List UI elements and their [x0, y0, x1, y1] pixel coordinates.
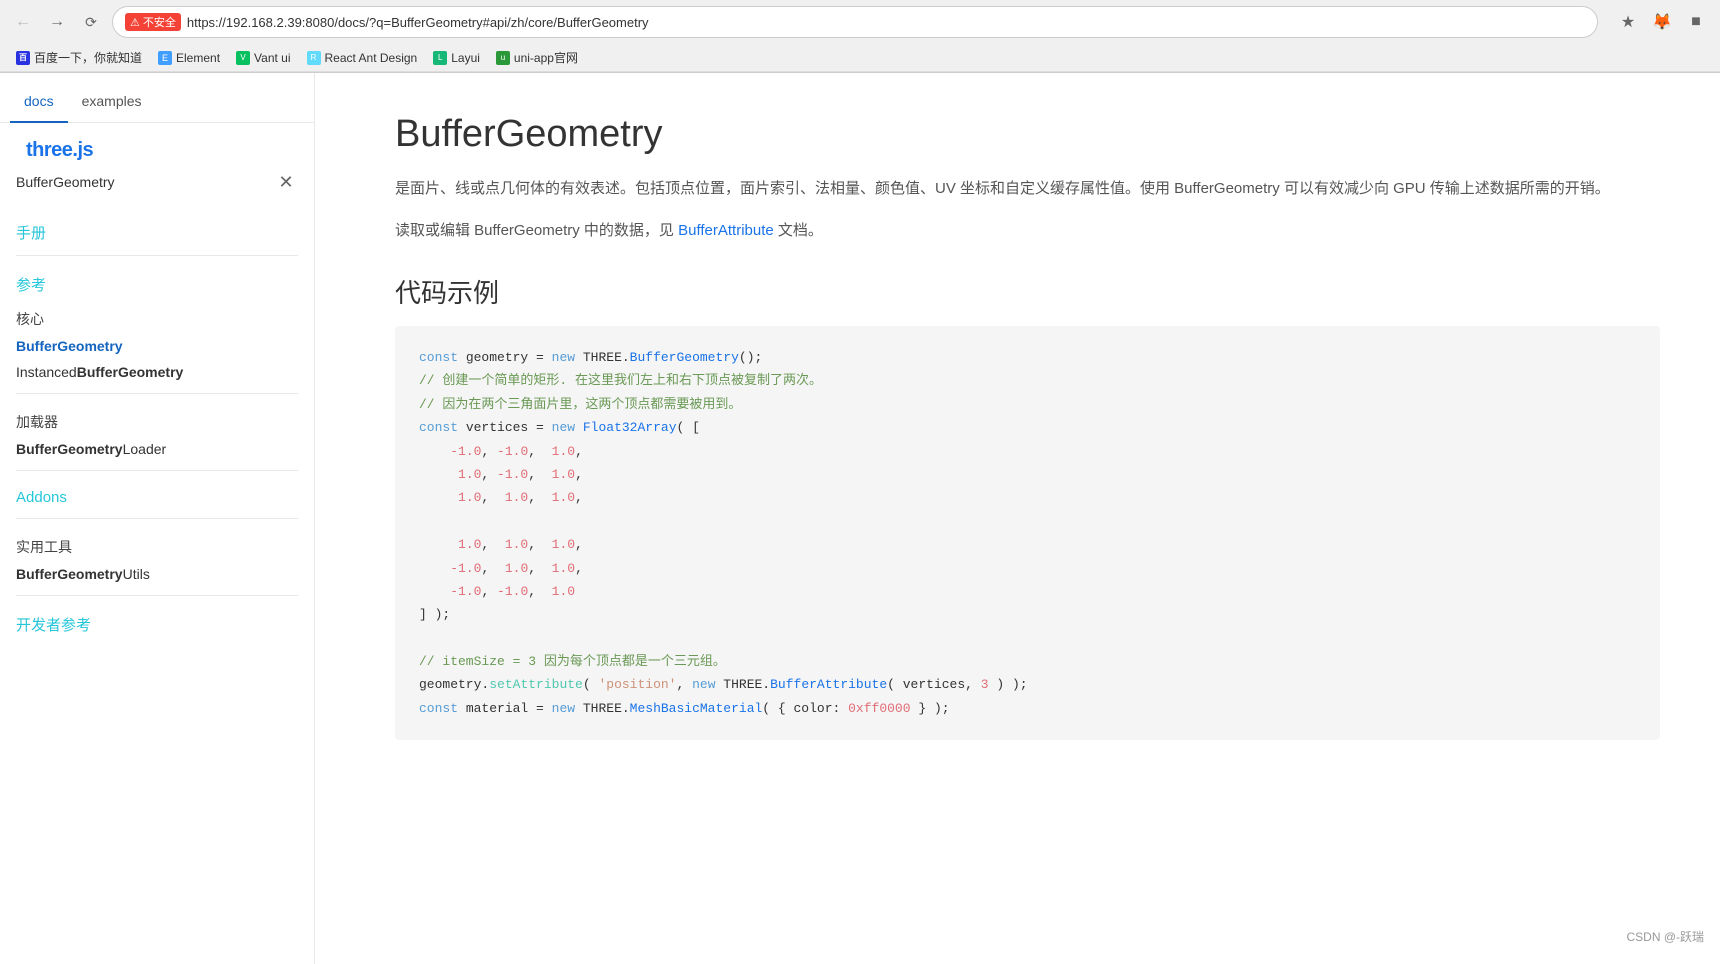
code-link-buffergeometry[interactable]: BufferGeometry [630, 350, 739, 365]
bookmark-element[interactable]: E Element [152, 49, 226, 67]
profile-button[interactable]: 🦊 [1648, 8, 1676, 36]
sidebar-nav: 手册 参考 核心 BufferGeometry InstancedBufferG… [0, 204, 314, 647]
nav-divider-2 [16, 393, 298, 394]
description-1: 是面片、线或点几何体的有效表述。包括顶点位置，面片索引、法相量、颜色值、UV 坐… [395, 176, 1660, 202]
insecure-badge: ⚠ 不安全 [125, 13, 181, 31]
nav-divider-4 [16, 518, 298, 519]
nav-item-buffer-geometry[interactable]: BufferGeometry [0, 333, 314, 359]
csdn-badge: CSDN @-跃瑞 [1626, 928, 1704, 945]
bookmark-vant[interactable]: V Vant ui [230, 49, 296, 67]
address-bar: ⚠ 不安全 https://192.168.2.39:8080/docs/?q=… [112, 6, 1598, 38]
nav-item-instanced-buffer-geometry[interactable]: InstancedBufferGeometry [0, 359, 314, 385]
element-label: Element [176, 51, 220, 65]
code-line-empty1 [419, 510, 1636, 533]
browser-chrome: ← → ⟳ ⚠ 不安全 https://192.168.2.39:8080/do… [0, 0, 1720, 73]
section-code-example-title: 代码示例 [395, 273, 1660, 310]
uniapp-label: uni-app官网 [514, 49, 578, 66]
baidu-label: 百度一下，你就知道 [34, 49, 142, 66]
nav-item-label-bgloader2: Loader [123, 441, 167, 457]
code-block: const geometry = new THREE.BufferGeometr… [395, 326, 1660, 740]
baidu-favicon: 百 [16, 51, 30, 65]
code-link-meshbasicmaterial[interactable]: MeshBasicMaterial [630, 701, 763, 716]
close-search-button[interactable]: ✕ [274, 170, 298, 194]
code-line-v1: -1.0, -1.0, 1.0, [419, 440, 1636, 463]
code-line-close-array: ] ); [419, 603, 1636, 626]
react-favicon: R [307, 51, 321, 65]
bookmark-layui[interactable]: L Layui [427, 49, 486, 67]
nav-title-utils: 实用工具 [0, 527, 314, 561]
extensions-button[interactable]: ■ [1682, 8, 1710, 36]
nav-item-label-buffergeometry2: BufferGeometry [77, 364, 184, 380]
code-line-comment2: // 因为在两个三角面片里，这两个顶点都需要被用到。 [419, 393, 1636, 416]
sidebar-tabs: docs examples [0, 81, 314, 123]
code-line-1: const geometry = new THREE.BufferGeometr… [419, 346, 1636, 369]
bookmark-baidu[interactable]: 百 百度一下，你就知道 [10, 47, 148, 68]
description-2: 读取或编辑 BufferGeometry 中的数据，见 BufferAttrib… [395, 218, 1660, 244]
main-layout: docs examples three.js BufferGeometry ✕ … [0, 73, 1720, 964]
bookmark-star-button[interactable]: ★ [1614, 8, 1642, 36]
code-line-v5: -1.0, 1.0, 1.0, [419, 557, 1636, 580]
uniapp-favicon: u [496, 51, 510, 65]
insecure-label: 不安全 [143, 14, 176, 30]
layui-label: Layui [451, 51, 480, 65]
nav-section-devref[interactable]: 开发者参考 [0, 604, 314, 639]
code-line-v6: -1.0, -1.0, 1.0 [419, 580, 1636, 603]
forward-button[interactable]: → [44, 9, 70, 35]
layui-favicon: L [433, 51, 447, 65]
nav-title-core: 核心 [0, 299, 314, 333]
refresh-button[interactable]: ⟳ [78, 9, 104, 35]
page-title: BufferGeometry [395, 113, 1660, 156]
code-link-float32array[interactable]: Float32Array [583, 420, 677, 435]
description-2-suffix: 文档。 [774, 222, 823, 239]
browser-toolbar: ← → ⟳ ⚠ 不安全 https://192.168.2.39:8080/do… [0, 0, 1720, 44]
sidebar-search-row: BufferGeometry ✕ [0, 166, 314, 204]
code-line-material: const material = new THREE.MeshBasicMate… [419, 697, 1636, 720]
nav-item-label-instanced: Instanced [16, 364, 77, 380]
url-text[interactable]: https://192.168.2.39:8080/docs/?q=Buffer… [187, 15, 1585, 30]
bookmark-react[interactable]: R React Ant Design [301, 49, 424, 67]
code-line-v4: 1.0, 1.0, 1.0, [419, 533, 1636, 556]
bookmarks-bar: 百 百度一下，你就知道 E Element V Vant ui R React … [0, 44, 1720, 72]
nav-item-buffergeometry-utils[interactable]: BufferGeometryUtils [0, 561, 314, 587]
sidebar-brand: three.js [10, 129, 109, 166]
nav-divider-5 [16, 595, 298, 596]
search-label: BufferGeometry [16, 174, 266, 190]
nav-section-addons[interactable]: Addons [0, 479, 314, 510]
lock-icon: ⚠ [130, 16, 140, 29]
content-area: BufferGeometry 是面片、线或点几何体的有效表述。包括顶点位置，面片… [315, 73, 1720, 964]
bookmark-uniapp[interactable]: u uni-app官网 [490, 47, 584, 68]
tab-docs[interactable]: docs [10, 81, 68, 123]
tab-examples[interactable]: examples [68, 81, 156, 123]
nav-item-label-buffergeometry: BufferGeometry [16, 338, 123, 354]
code-link-bufferattribute[interactable]: BufferAttribute [770, 677, 887, 692]
nav-item-label-bgutils1: BufferGeometry [16, 566, 123, 582]
nav-title-loaders: 加载器 [0, 402, 314, 436]
nav-section-reference[interactable]: 参考 [0, 264, 314, 299]
nav-divider-1 [16, 255, 298, 256]
nav-section-handbook[interactable]: 手册 [0, 212, 314, 247]
buffer-attribute-link[interactable]: BufferAttribute [678, 222, 774, 239]
code-line-setattribute: geometry.setAttribute( 'position', new T… [419, 673, 1636, 696]
code-line-v2: 1.0, -1.0, 1.0, [419, 463, 1636, 486]
nav-divider-3 [16, 470, 298, 471]
nav-item-label-bgloader1: BufferGeometry [16, 441, 123, 457]
description-2-prefix: 读取或编辑 BufferGeometry 中的数据，见 [395, 222, 678, 239]
nav-item-buffergeometry-loader[interactable]: BufferGeometryLoader [0, 436, 314, 462]
toolbar-icons: ★ 🦊 ■ [1614, 8, 1710, 36]
nav-item-label-bgutils2: Utils [123, 566, 150, 582]
vant-favicon: V [236, 51, 250, 65]
back-button[interactable]: ← [10, 9, 36, 35]
code-line-v3: 1.0, 1.0, 1.0, [419, 486, 1636, 509]
code-line-empty2 [419, 627, 1636, 650]
code-line-vertices-decl: const vertices = new Float32Array( [ [419, 416, 1636, 439]
element-favicon: E [158, 51, 172, 65]
code-line-comment1: // 创建一个简单的矩形. 在这里我们左上和右下顶点被复制了两次。 [419, 369, 1636, 392]
code-line-comment3: // itemSize = 3 因为每个顶点都是一个三元组。 [419, 650, 1636, 673]
vant-label: Vant ui [254, 51, 290, 65]
sidebar: docs examples three.js BufferGeometry ✕ … [0, 73, 315, 964]
react-label: React Ant Design [325, 51, 418, 65]
